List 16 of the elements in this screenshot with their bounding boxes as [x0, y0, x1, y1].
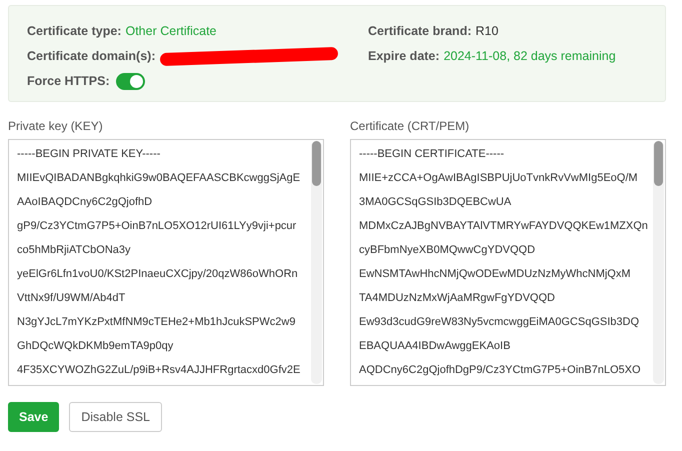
certificate-brand-label: Certificate brand:: [368, 24, 472, 38]
private-key-field[interactable]: -----BEGIN PRIVATE KEY----- MIIEvQIBADANBgkqhkiG9w0BAQEFAASCBKcwggSjAgE AAoIBAQDCny6C2gQjofhD gP9/Cz3YCtmG7P5+OinB7nLO5XO12rUI61LYy9vji+pcur co5hMbRjiATCbONa3y yeElGr6Lfn1voU0/KSt2PInaeuCXCjpy/20qzW86oWhORn VttNx9f/U9WM/Ab4dT N3gYJcL7mYKzPxtMfNM9cTEHe2+Mb1hJcukSPWc2w9 GhDQcWQkDKMb9emTA9p0qy 4F35XCYWOZhG2ZuL/p9iB+Rsv4AJJHFRgrtacxd0Gfv2E: [8, 139, 324, 386]
scrollbar[interactable]: [311, 141, 322, 384]
field-label: Certificate (CRT/PEM): [350, 119, 470, 133]
scrollbar[interactable]: [653, 141, 664, 384]
certificate-domains-label: Certificate domain(s):: [27, 49, 156, 63]
certificate-brand-value: R10: [476, 24, 498, 38]
disable-ssl-button[interactable]: Disable SSL: [69, 402, 162, 432]
certificate-type-value: Other Certificate: [125, 24, 216, 38]
force-https-toggle[interactable]: [116, 72, 145, 90]
certificate-type-label: Certificate type:: [27, 24, 122, 38]
expire-date-label: Expire date:: [368, 49, 440, 63]
expire-date-value: 2024-11-08, 82 days remaining: [444, 49, 616, 63]
force-https-label: Force HTTPS:: [27, 74, 110, 88]
field-label: Private key (KEY): [8, 119, 104, 133]
certificate-field[interactable]: -----BEGIN CERTIFICATE----- MIIE+zCCA+OgAwIBAgISBPUjUoTvnkRvVwMIg5EoQ/M 3MA0GCSqGSIb3DQEBCwUA MDMxCzAJBgNVBAYTAlVTMRYwFAYDVQQKEw1MZXQn cyBFbmNyeXB0MQwwCgYDVQQD EwNSMTAwHhcNMjQwODEwMDUzNzMyWhcNMjQxM TA4MDUzNzMxWjAaMRgwFgYDVQQD Ew93d3cudG9reW83Ny5vcmcwggEiMA0GCSqGSIb3DQ EBAQUAA4IBDwAwggEKAoIB AQDCny6C2gQjofhDgP9/Cz3YCtmG7P5+OinB7nLO5XO: [350, 139, 666, 386]
